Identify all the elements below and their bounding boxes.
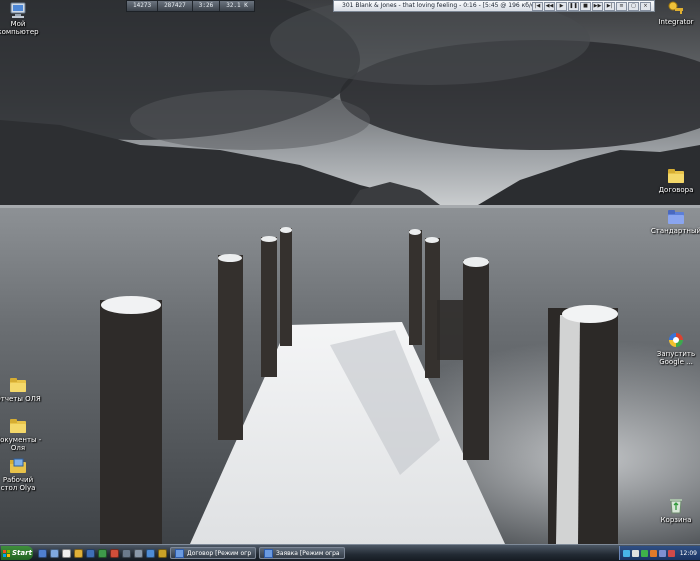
document-icon — [175, 548, 184, 558]
alert-icon[interactable] — [667, 549, 675, 557]
player-track-title: 301 Blank & Jones - that loving feeling … — [342, 2, 532, 9]
folder-icon[interactable] — [74, 548, 83, 558]
update-icon[interactable] — [649, 549, 657, 557]
show-desktop-icon[interactable] — [38, 548, 47, 558]
taskbar-button-label: Заявка [Режим огран... — [276, 549, 340, 557]
windows-logo-icon — [3, 549, 10, 557]
desktop-icon-dokumenty[interactable]: Документы - Оля — [0, 418, 46, 452]
media-player-bar[interactable]: 301 Blank & Jones - that loving feeling … — [333, 0, 655, 12]
desktop-icon-label: Отчеты ОЛЯ — [0, 395, 41, 403]
google-icon — [667, 332, 685, 348]
opera-icon[interactable] — [110, 548, 119, 558]
folder-icon — [667, 168, 685, 184]
next-track-button[interactable]: ▶| — [604, 1, 615, 11]
desktop-icon-label: Рабочий стол Olya — [0, 476, 36, 492]
network-icon[interactable] — [622, 549, 630, 557]
desktop-icon-label: Корзина — [660, 516, 692, 524]
play-button[interactable]: ▶ — [556, 1, 567, 11]
player-controls: |◀ ◀◀ ▶ ❚❚ ■ ▶▶ ▶| ≡ ▢ × — [532, 1, 654, 11]
document-icon — [264, 548, 273, 558]
rewind-button[interactable]: ◀◀ — [544, 1, 555, 11]
forward-button[interactable]: ▶▶ — [592, 1, 603, 11]
desktop-icon-google[interactable]: Запустить Google ... — [648, 332, 700, 366]
desktop-folder-icon — [9, 458, 27, 474]
desktop-icon-my-computer[interactable]: Мой компьютер — [0, 2, 46, 36]
start-label: Start — [12, 549, 32, 557]
start-button[interactable]: Start — [1, 546, 33, 560]
system-meters: 14273 287427 3:26 32.1 K — [126, 0, 255, 12]
antivirus-icon[interactable] — [640, 549, 648, 557]
meter-value: 3:26 — [193, 1, 221, 11]
restore-button[interactable]: ▢ — [628, 1, 639, 11]
desktop-icon-integrator[interactable]: Integrator — [648, 0, 700, 26]
desktop-icon-rabochiy-stol[interactable]: Рабочий стол Olya — [0, 458, 46, 492]
tool-icon[interactable] — [158, 548, 167, 558]
notepad-icon[interactable] — [62, 548, 71, 558]
pause-button[interactable]: ❚❚ — [568, 1, 579, 11]
key-icon — [667, 0, 685, 16]
volume-icon[interactable] — [631, 549, 639, 557]
folder-icon — [667, 209, 685, 225]
excel-icon[interactable] — [98, 548, 107, 558]
desktop-icon-label: Документы - Оля — [0, 436, 42, 452]
desktop-icon-label: Договора — [658, 186, 694, 194]
taskbar-button-label: Договор [Режим огр... — [187, 549, 251, 557]
desktop-icon-standartny[interactable]: Стандартный — [648, 209, 700, 235]
desktop-icon-dogovora[interactable]: Договора — [648, 168, 700, 194]
desktop-icon-label: Integrator — [658, 18, 694, 26]
meter-value: 32.1 K — [226, 2, 248, 9]
desktop-icon-otchety[interactable]: Отчеты ОЛЯ — [0, 377, 46, 403]
desktop-icon-label: Стандартный — [650, 227, 700, 235]
desktop-icon-label: Запустить Google ... — [656, 350, 696, 366]
quick-launch — [38, 548, 167, 558]
taskbar-button-dogovor[interactable]: Договор [Режим огр... — [170, 547, 256, 559]
clock[interactable]: 12:09 — [680, 550, 697, 557]
app-icon[interactable] — [134, 548, 143, 558]
previous-track-button[interactable]: |◀ — [532, 1, 543, 11]
desktop-icon-recycle-bin[interactable]: Корзина — [648, 498, 700, 524]
meter-value: 14273 — [127, 1, 159, 11]
folder-icon — [9, 377, 27, 393]
taskbar-button-zayavka[interactable]: Заявка [Режим огран... — [259, 547, 345, 559]
language-icon[interactable] — [658, 549, 666, 557]
meter-value: 287427 — [158, 1, 193, 11]
browser-icon[interactable] — [146, 548, 155, 558]
computer-icon — [9, 2, 27, 18]
playlist-button[interactable]: ≡ — [616, 1, 627, 11]
internet-explorer-icon[interactable] — [50, 548, 59, 558]
desktop-wallpaper — [0, 0, 700, 544]
recycle-bin-icon — [667, 498, 685, 514]
stop-button[interactable]: ■ — [580, 1, 591, 11]
system-tray: 12:09 — [618, 546, 700, 560]
desktop-icon-label: Мой компьютер — [0, 20, 39, 36]
taskbar: Start Договор [Режим огр... Заявка [Режи… — [0, 544, 700, 561]
media-icon[interactable] — [122, 548, 131, 558]
word-icon[interactable] — [86, 548, 95, 558]
folder-icon — [9, 418, 27, 434]
